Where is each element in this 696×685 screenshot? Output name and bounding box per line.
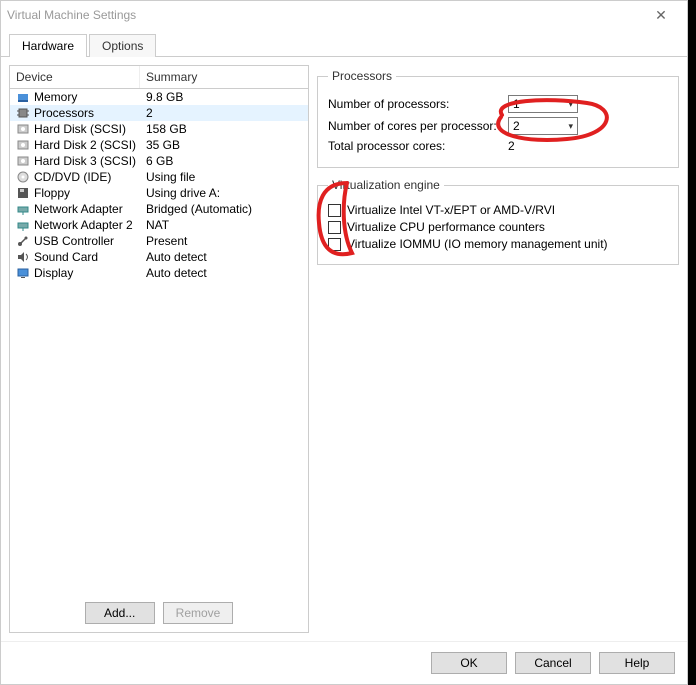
help-button[interactable]: Help xyxy=(599,652,675,674)
device-name: Sound Card xyxy=(32,250,142,264)
disk-icon xyxy=(14,122,32,136)
device-list-header: Device Summary xyxy=(10,66,308,89)
device-row[interactable]: Hard Disk 3 (SCSI)6 GB xyxy=(10,153,308,169)
device-summary: 9.8 GB xyxy=(142,90,304,104)
col-device[interactable]: Device xyxy=(10,66,140,88)
device-row[interactable]: Memory9.8 GB xyxy=(10,89,308,105)
perf-label: Virtualize CPU performance counters xyxy=(347,220,545,234)
device-name: Hard Disk (SCSI) xyxy=(32,122,142,136)
cores-value: 2 xyxy=(513,119,520,133)
device-summary: Auto detect xyxy=(142,266,304,280)
num-proc-label: Number of processors: xyxy=(328,97,508,111)
device-buttons: Add... Remove xyxy=(10,594,308,632)
iommu-checkbox[interactable] xyxy=(328,238,341,251)
disk-icon xyxy=(14,138,32,152)
device-row[interactable]: Hard Disk (SCSI)158 GB xyxy=(10,121,308,137)
vt-checkbox[interactable] xyxy=(328,204,341,217)
ok-button[interactable]: OK xyxy=(431,652,507,674)
add-button[interactable]: Add... xyxy=(85,602,155,624)
cd-icon xyxy=(14,170,32,184)
content-area: Device Summary Memory9.8 GBProcessors2Ha… xyxy=(1,57,687,641)
device-name: Hard Disk 3 (SCSI) xyxy=(32,154,142,168)
disk-icon xyxy=(14,154,32,168)
device-name: CD/DVD (IDE) xyxy=(32,170,142,184)
device-summary: Present xyxy=(142,234,304,248)
cores-label: Number of cores per processor: xyxy=(328,119,508,133)
device-name: Network Adapter xyxy=(32,202,142,216)
device-row[interactable]: FloppyUsing drive A: xyxy=(10,185,308,201)
total-cores-label: Total processor cores: xyxy=(328,139,508,153)
close-icon[interactable]: ✕ xyxy=(641,7,681,24)
device-row[interactable]: DisplayAuto detect xyxy=(10,265,308,281)
perf-checkbox[interactable] xyxy=(328,221,341,234)
device-summary: Bridged (Automatic) xyxy=(142,202,304,216)
virt-legend: Virtualization engine xyxy=(328,178,444,192)
device-list[interactable]: Memory9.8 GBProcessors2Hard Disk (SCSI)1… xyxy=(10,89,308,594)
cancel-button[interactable]: Cancel xyxy=(515,652,591,674)
tab-hardware[interactable]: Hardware xyxy=(9,34,87,57)
vt-label: Virtualize Intel VT-x/EPT or AMD-V/RVI xyxy=(347,203,555,217)
device-row[interactable]: Processors2 xyxy=(10,105,308,121)
settings-window: Virtual Machine Settings ✕ Hardware Opti… xyxy=(0,0,688,685)
detail-panel: Processors Number of processors: 1 ▾ Num… xyxy=(317,65,679,633)
cpu-icon xyxy=(14,106,32,120)
floppy-icon xyxy=(14,186,32,200)
iommu-label: Virtualize IOMMU (IO memory management u… xyxy=(347,237,608,251)
processors-group: Processors Number of processors: 1 ▾ Num… xyxy=(317,69,679,168)
device-row[interactable]: Sound CardAuto detect xyxy=(10,249,308,265)
chevron-down-icon: ▾ xyxy=(568,99,573,110)
device-name: USB Controller xyxy=(32,234,142,248)
memory-icon xyxy=(14,90,32,104)
device-summary: NAT xyxy=(142,218,304,232)
tab-strip: Hardware Options xyxy=(1,29,687,57)
total-cores-value: 2 xyxy=(508,139,588,153)
num-proc-select[interactable]: 1 ▾ xyxy=(508,95,578,113)
device-panel: Device Summary Memory9.8 GBProcessors2Ha… xyxy=(9,65,309,633)
device-summary: 35 GB xyxy=(142,138,304,152)
device-summary: Using drive A: xyxy=(142,186,304,200)
device-name: Hard Disk 2 (SCSI) xyxy=(32,138,142,152)
virt-engine-group: Virtualization engine Virtualize Intel V… xyxy=(317,178,679,265)
net-icon xyxy=(14,202,32,216)
device-name: Memory xyxy=(32,90,142,104)
device-name: Display xyxy=(32,266,142,280)
device-name: Processors xyxy=(32,106,142,120)
tab-options[interactable]: Options xyxy=(89,34,156,57)
chevron-down-icon: ▾ xyxy=(568,121,573,132)
net-icon xyxy=(14,218,32,232)
usb-icon xyxy=(14,234,32,248)
device-name: Floppy xyxy=(32,186,142,200)
titlebar: Virtual Machine Settings ✕ xyxy=(1,1,687,29)
device-row[interactable]: CD/DVD (IDE)Using file xyxy=(10,169,308,185)
window-title: Virtual Machine Settings xyxy=(7,8,641,22)
device-summary: 6 GB xyxy=(142,154,304,168)
device-summary: Using file xyxy=(142,170,304,184)
device-row[interactable]: Network AdapterBridged (Automatic) xyxy=(10,201,308,217)
num-proc-value: 1 xyxy=(513,97,520,111)
display-icon xyxy=(14,266,32,280)
device-summary: 158 GB xyxy=(142,122,304,136)
device-row[interactable]: Network Adapter 2NAT xyxy=(10,217,308,233)
device-summary: 2 xyxy=(142,106,304,120)
dialog-footer: OK Cancel Help xyxy=(1,641,687,684)
sound-icon xyxy=(14,250,32,264)
processors-legend: Processors xyxy=(328,69,396,83)
col-summary[interactable]: Summary xyxy=(140,66,308,88)
device-summary: Auto detect xyxy=(142,250,304,264)
device-row[interactable]: Hard Disk 2 (SCSI)35 GB xyxy=(10,137,308,153)
device-row[interactable]: USB ControllerPresent xyxy=(10,233,308,249)
cores-select[interactable]: 2 ▾ xyxy=(508,117,578,135)
device-name: Network Adapter 2 xyxy=(32,218,142,232)
remove-button: Remove xyxy=(163,602,234,624)
